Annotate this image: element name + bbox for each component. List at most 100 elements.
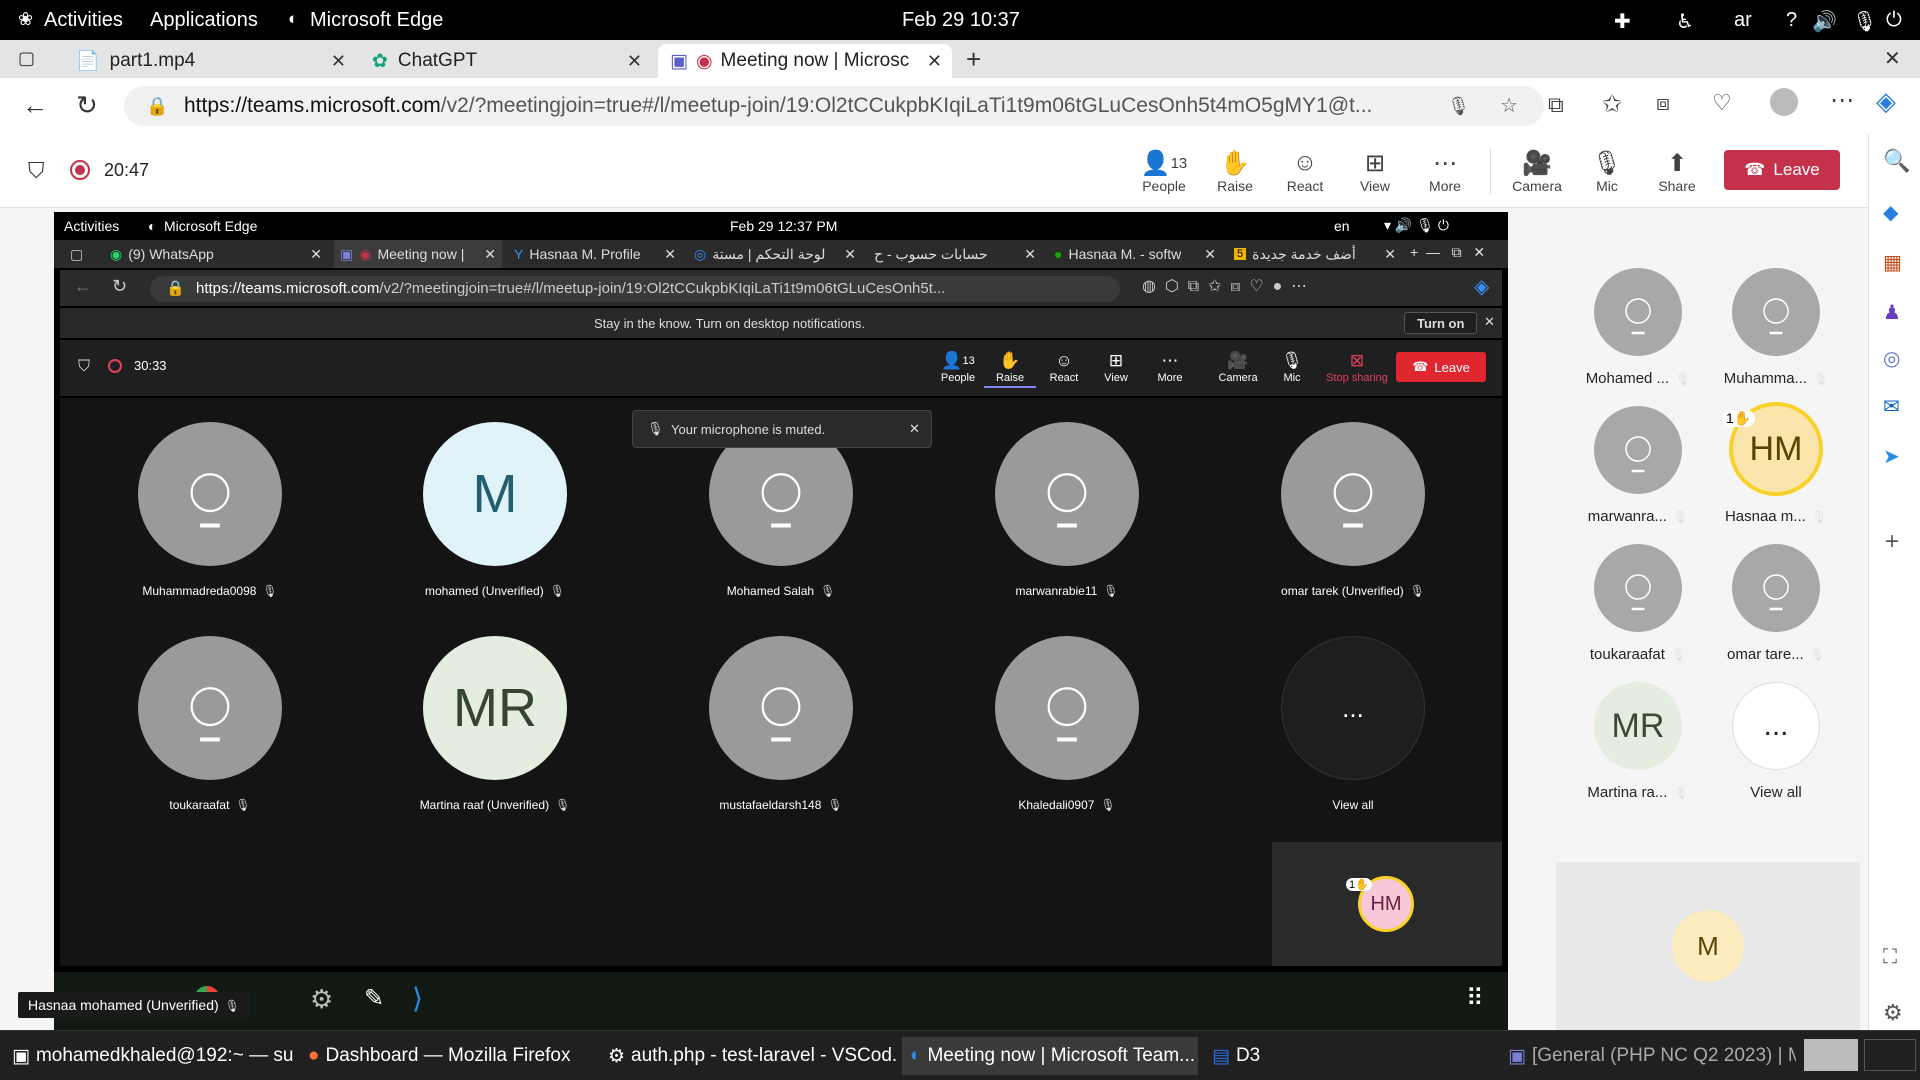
leave-button[interactable]: ☎ Leave: [1724, 150, 1840, 190]
tab-actions-icon[interactable]: ▢: [18, 48, 35, 69]
new-tab-button[interactable]: +: [966, 44, 981, 75]
raised-hand-badge: 1✋: [1722, 410, 1756, 427]
games-icon[interactable]: ♟: [1883, 300, 1901, 325]
lock-icon: 🔒: [166, 280, 185, 297]
url-host: https://teams.microsoft.com: [184, 94, 441, 117]
taskbar-vscode[interactable]: ⚙ auth.php - test-laravel - VSCod...: [600, 1037, 896, 1075]
mic-muted-icon: 🎙: [235, 798, 251, 812]
refresh-button[interactable]: ↻: [76, 90, 98, 121]
person-icon: ⍜: [189, 668, 231, 746]
participant-name: omar tare...: [1727, 646, 1804, 663]
panel-participant[interactable]: HM 1✋ Hasnaa m... 🎙: [1708, 402, 1844, 525]
button-label: People: [940, 372, 976, 384]
shopping-icon[interactable]: ◆: [1883, 200, 1898, 225]
share-button[interactable]: ⬆ Share: [1645, 148, 1709, 195]
collections-icon[interactable]: ⧈: [1656, 90, 1670, 116]
sidebar-settings-icon[interactable]: ⚙: [1883, 1000, 1903, 1026]
clock[interactable]: Feb 29 10:37: [902, 9, 1020, 32]
shield-icon[interactable]: ⛉: [28, 158, 45, 184]
mic-muted-icon[interactable]: 🎙: [1852, 9, 1877, 34]
profile-avatar[interactable]: [1770, 88, 1798, 116]
copilot-icon[interactable]: ◈: [1876, 86, 1896, 117]
browser-essentials-icon[interactable]: ♡: [1712, 90, 1732, 116]
raised-hand-badge: 1✋: [1346, 878, 1372, 891]
panel-participant[interactable]: ⍜ omar tare... 🎙: [1708, 544, 1844, 663]
taskbar-d3[interactable]: ▤ D3: [1204, 1037, 1494, 1075]
search-icon[interactable]: 🔍: [1883, 148, 1910, 174]
tools-icon[interactable]: ▦: [1883, 250, 1902, 275]
accessibility-icon[interactable]: ♿: [1676, 9, 1694, 34]
extension-icon[interactable]: ✚: [1614, 9, 1631, 34]
tab-chatgpt[interactable]: ✿ ChatGPT ✕: [360, 44, 652, 78]
hand-icon: ✋: [999, 351, 1021, 370]
office-icon[interactable]: ◎: [1883, 346, 1900, 371]
split-screen-icon[interactable]: ⧉: [1548, 92, 1564, 118]
favorite-star-icon[interactable]: ☆: [1490, 86, 1518, 126]
tab-meeting[interactable]: ▣ ◉ Meeting now | Microsc ✕: [658, 44, 952, 78]
volume-icon[interactable]: 🔊: [1812, 9, 1837, 34]
person-icon: ⍜: [1046, 454, 1088, 532]
grid-participant: Mmohamed (Unverified) 🎙: [375, 422, 615, 598]
add-sidebar-app-icon[interactable]: +: [1885, 528, 1899, 556]
people-button[interactable]: 👤 13 People: [1132, 148, 1196, 195]
panel-participant[interactable]: MR Martina ra... 🎙: [1570, 682, 1706, 801]
taskbar-terminal[interactable]: ▣ mohamedkhaled@192:~ — su...: [4, 1037, 294, 1075]
send-icon[interactable]: ➤: [1883, 444, 1900, 469]
screenshot-icon[interactable]: ⛶: [1883, 946, 1897, 969]
person-icon: ⍜: [760, 454, 802, 532]
mic-button[interactable]: 🎙 Mic: [1575, 148, 1639, 195]
mostaql-icon: ◎: [694, 245, 707, 262]
participant-name: mohamed (Unverified): [425, 584, 544, 598]
taskbar-teams[interactable]: ▣ [General (PHP NC Q2 2023) | Mi...: [1500, 1037, 1796, 1075]
power-icon[interactable]: ⏻: [1886, 9, 1902, 32]
workspace-switcher[interactable]: [1804, 1039, 1858, 1071]
participant-name: Martina ra...: [1587, 784, 1668, 801]
applications-menu[interactable]: Applications: [150, 9, 258, 32]
raise-hand-button[interactable]: ✋ Raise: [1203, 148, 1267, 195]
settings-icon: ⚙: [310, 984, 334, 1014]
button-label: Leave: [1773, 160, 1820, 179]
close-window-button[interactable]: ✕: [1884, 46, 1901, 71]
person-icon: ⍜: [1624, 561, 1652, 613]
keyboard-layout[interactable]: ar: [1734, 9, 1752, 32]
tab-part1[interactable]: 📄 part1.mp4 ✕: [64, 44, 356, 78]
shared-dock: ⚙ ✎ ⟩ ⠿: [54, 972, 1508, 1032]
close-tab-icon[interactable]: ✕: [927, 51, 942, 72]
back-button[interactable]: ←: [22, 90, 48, 121]
url-field[interactable]: 🔒 https://teams.microsoft.com/v2/?meetin…: [124, 86, 1544, 126]
react-button[interactable]: ☺ React: [1273, 148, 1337, 194]
app-menu[interactable]: Microsoft Edge: [310, 9, 443, 32]
panel-participant[interactable]: ⍜ Mohamed ... 🎙: [1570, 268, 1706, 387]
gnome-logo-icon: ❀: [18, 9, 34, 29]
button-label: View: [1104, 372, 1128, 384]
mic-muted-icon: 🎙: [555, 798, 571, 812]
view-all-button[interactable]: ... View all: [1708, 682, 1844, 801]
taskbar-firefox[interactable]: ● Dashboard — Mozilla Firefox: [300, 1037, 592, 1075]
panel-participant[interactable]: ⍜ toukaraafat 🎙: [1570, 544, 1706, 663]
toast-text: Your microphone is muted.: [671, 422, 826, 437]
notification-text: Stay in the know. Turn on desktop notifi…: [594, 316, 865, 331]
more-button[interactable]: ⋯ More: [1413, 148, 1477, 195]
view-button[interactable]: ⊞ View: [1343, 148, 1407, 195]
tab-title: ChatGPT: [397, 50, 478, 71]
close-tab-icon[interactable]: ✕: [627, 51, 642, 72]
activities-button[interactable]: Activities: [44, 9, 123, 32]
more-icon: ⋯: [1161, 351, 1179, 370]
button-label: Raise: [995, 372, 1025, 384]
favorites-icon[interactable]: ✩: [1602, 90, 1622, 119]
workspace-switcher[interactable]: [1864, 1039, 1916, 1071]
settings-more-icon[interactable]: ⋯: [1830, 86, 1854, 115]
avatar-initials: M: [472, 464, 518, 524]
phone-hangup-icon: ☎: [1412, 359, 1429, 374]
taskbar-edge[interactable]: ◐ Meeting now | Microsoft Team...: [902, 1037, 1198, 1075]
lock-icon[interactable]: 🔒: [146, 86, 168, 126]
help-icon[interactable]: ?: [1786, 9, 1797, 32]
close-tab-icon[interactable]: ✕: [331, 51, 346, 72]
panel-participant[interactable]: ⍜ marwanra... 🎙: [1570, 406, 1706, 525]
camera-button[interactable]: 🎥 Camera: [1505, 148, 1569, 195]
url-host: https://teams.microsoft.com: [196, 280, 380, 297]
panel-participant[interactable]: ⍜ Muhamma... 🎙: [1708, 268, 1844, 387]
outlook-icon[interactable]: ✉: [1883, 394, 1900, 419]
document-icon: ▤: [1212, 1045, 1230, 1067]
read-aloud-mic-icon[interactable]: 🎙: [1437, 86, 1470, 126]
